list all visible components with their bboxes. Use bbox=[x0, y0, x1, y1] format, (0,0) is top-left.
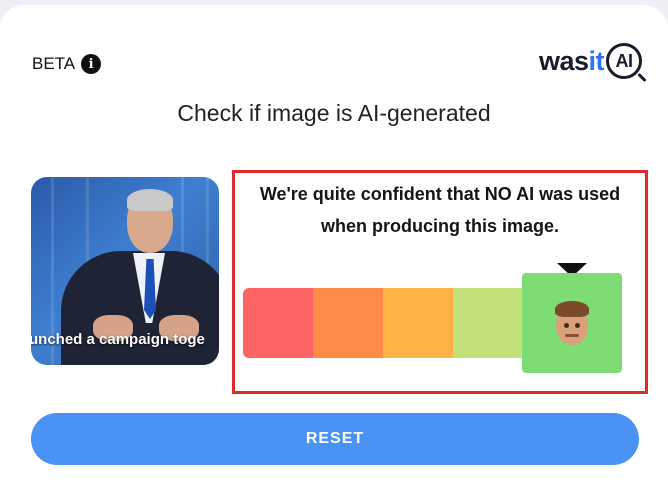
verdict-line-2: when producing this image. bbox=[320, 216, 560, 236]
person-hair bbox=[127, 189, 173, 211]
verdict-line-1: We're quite confident that NO AI was use… bbox=[259, 184, 621, 204]
beta-badge: BETA i bbox=[32, 54, 102, 74]
scale-segment-4 bbox=[453, 288, 523, 358]
logo-text-ai: AI bbox=[615, 50, 634, 71]
checker-card: BETA i was it AI Check if image is AI-ge… bbox=[0, 5, 668, 492]
result-panel: We're quite confident that NO AI was use… bbox=[232, 170, 648, 394]
reset-button[interactable]: RESET bbox=[31, 413, 639, 465]
beta-label: BETA bbox=[32, 54, 76, 73]
uploaded-image-thumbnail: unched a campaign toge bbox=[31, 177, 219, 365]
human-face-emoji-icon bbox=[552, 301, 592, 345]
logo-text-it: it bbox=[588, 45, 605, 76]
magnifier-ai-icon: AI bbox=[606, 43, 642, 79]
info-icon[interactable]: i bbox=[81, 54, 102, 74]
scale-segment-3 bbox=[383, 288, 453, 358]
image-caption: unched a campaign toge bbox=[31, 331, 205, 348]
confidence-scale bbox=[243, 288, 523, 358]
verdict-text: We're quite confident that NO AI was use… bbox=[235, 178, 645, 242]
scale-segment-1 bbox=[243, 288, 313, 358]
scale-segment-2 bbox=[313, 288, 383, 358]
selected-level-box bbox=[522, 273, 622, 373]
wasitai-logo[interactable]: was it AI bbox=[539, 43, 642, 79]
page-title: Check if image is AI-generated bbox=[177, 100, 491, 126]
logo-text-was: was bbox=[538, 45, 589, 76]
